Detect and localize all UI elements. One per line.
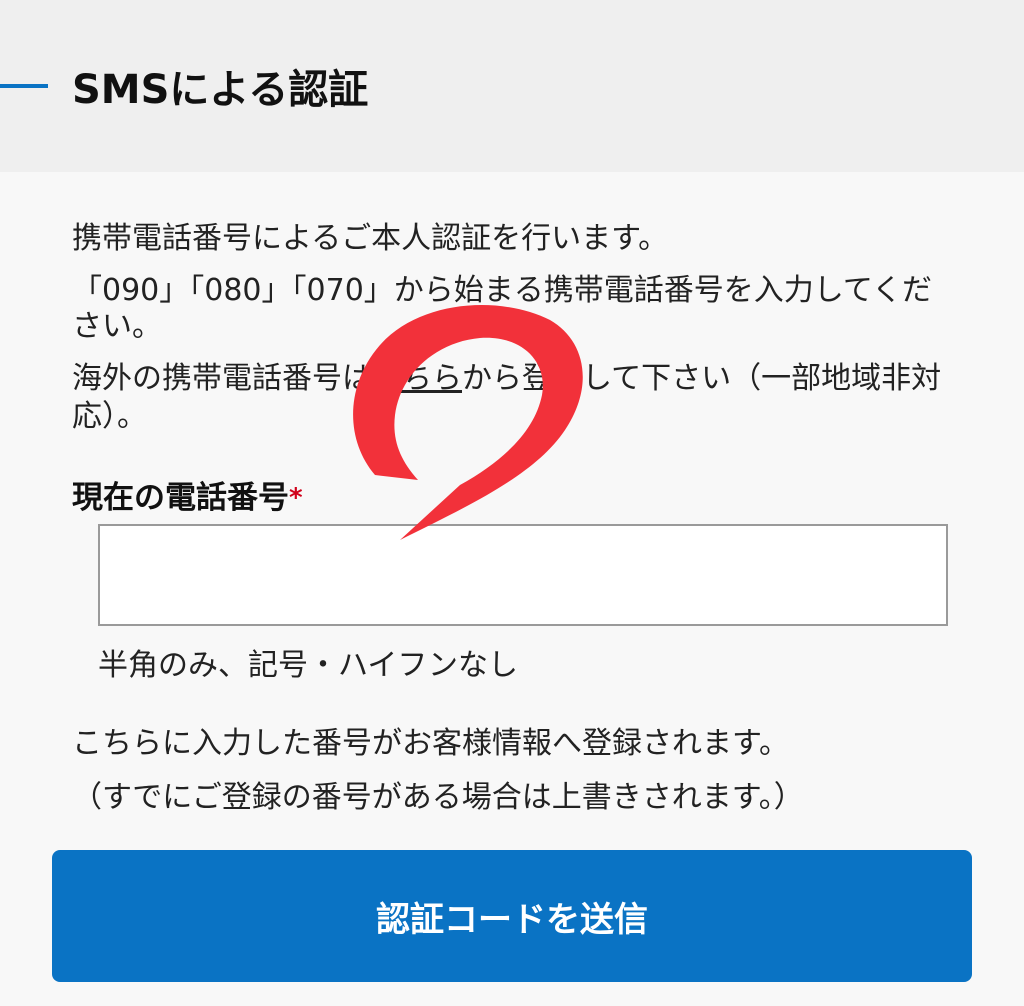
- overwrite-note: （すでにご登録の番号がある場合は上書きされます。）: [72, 780, 804, 815]
- sms-verification-page: SMSによる認証 携帯電話番号によるご本人認証を行います。 「090」「080」…: [0, 0, 1024, 1006]
- send-verification-code-button[interactable]: 認証コードを送信: [52, 850, 972, 982]
- content-area: 携帯電話番号によるご本人認証を行います。 「090」「080」「070」から始ま…: [0, 172, 1024, 1006]
- overseas-text-cont: 応）。: [72, 399, 147, 434]
- overseas-text: 海外の携帯電話番号はこちらから登録して下さい（一部地域非対: [72, 360, 1024, 398]
- number-format-text: 「090」「080」「070」から始まる携帯電話番号を入力してくだ: [72, 273, 932, 308]
- overseas-text-pre: 海外の携帯電話番号は: [72, 361, 372, 396]
- phone-input-hint: 半角のみ、記号・ハイフンなし: [98, 648, 518, 683]
- overseas-registration-link[interactable]: こちら: [372, 361, 462, 396]
- phone-label-text: 現在の電話番号: [72, 480, 289, 516]
- phone-number-input[interactable]: [98, 524, 948, 626]
- phone-field-label: 現在の電話番号*: [72, 476, 303, 520]
- intro-text: 携帯電話番号によるご本人認証を行います。: [72, 221, 669, 256]
- required-mark: *: [289, 483, 303, 513]
- number-format-text-cont: さい。: [72, 309, 162, 344]
- section-header: SMSによる認証: [0, 0, 1024, 172]
- header-accent-bar: [0, 84, 48, 88]
- page-title: SMSによる認証: [72, 67, 369, 113]
- overseas-text-post: から登録して下さい（一部地域非対: [462, 361, 942, 396]
- registration-note: こちらに入力した番号がお客様情報へ登録されます。: [72, 726, 789, 761]
